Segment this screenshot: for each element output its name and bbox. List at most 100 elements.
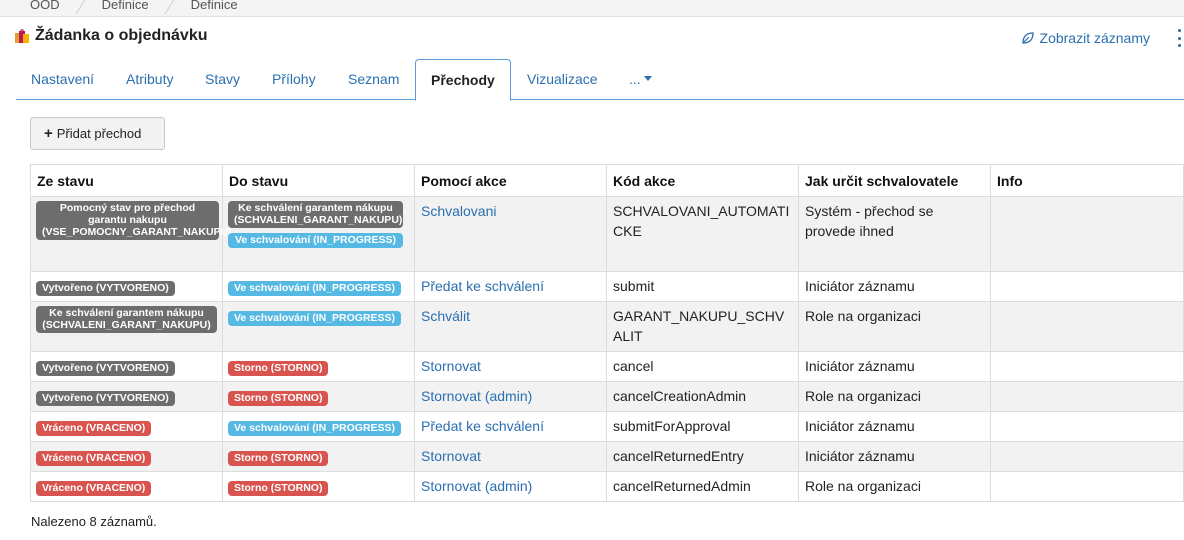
tab-settings[interactable]: Nastavení — [31, 59, 94, 100]
add-transition-button[interactable]: + Přidat přechod — [30, 117, 165, 150]
state-badge: Vráceno (VRACENO) — [36, 421, 152, 436]
approver-cell: Iniciátor záznamu — [798, 441, 991, 472]
info-cell — [990, 411, 1184, 442]
info-cell — [990, 271, 1184, 302]
kebab-menu-icon[interactable] — [1176, 29, 1182, 47]
table-header-row: Ze stavu Do stavu Pomocí akce Kód akce J… — [30, 164, 1184, 197]
state-badge: Storno (STORNO) — [228, 361, 329, 376]
tab-attributes[interactable]: Atributy — [126, 59, 173, 100]
to-state-cell: Storno (STORNO) — [222, 381, 415, 412]
tab-transitions[interactable]: Přechody — [415, 59, 511, 101]
breadcrumb-separator-icon — [164, 0, 174, 15]
state-badge: Vráceno (VRACENO) — [36, 451, 152, 466]
leaf-icon — [1021, 32, 1034, 44]
from-state-cell: Vytvořeno (VYTVORENO) — [30, 271, 223, 302]
state-badge: Ve schvalování (IN_PROGRESS) — [228, 311, 402, 326]
action-cell: Schválit — [414, 301, 607, 352]
from-state-cell: Vytvořeno (VYTVORENO) — [30, 351, 223, 382]
state-badge: Ve schvalování (IN_PROGRESS) — [228, 233, 403, 248]
action-link[interactable]: Předat ke schválení — [421, 418, 544, 434]
column-header-action[interactable]: Pomocí akce — [414, 164, 607, 197]
table-row[interactable]: Vráceno (VRACENO) Storno (STORNO) Storno… — [30, 441, 1184, 472]
action-link[interactable]: Schválit — [421, 308, 470, 324]
tab-attachments[interactable]: Přílohy — [272, 59, 316, 100]
column-header-approver[interactable]: Jak určit schvalovatele — [798, 164, 991, 197]
action-code-cell: submit — [606, 271, 799, 302]
action-link[interactable]: Schvalovani — [421, 203, 497, 219]
breadcrumb-item[interactable]: Definice — [102, 0, 149, 12]
info-cell — [990, 381, 1184, 412]
action-link[interactable]: Stornovat (admin) — [421, 388, 532, 404]
add-transition-label: Přidat přechod — [56, 126, 142, 141]
from-state-cell: Vráceno (VRACENO) — [30, 411, 223, 442]
column-header-from-state[interactable]: Ze stavu — [30, 164, 223, 197]
from-state-cell: Vráceno (VRACENO) — [30, 471, 223, 502]
state-badge: Ke schválení garantem nákupu (SCHVALENI_… — [228, 201, 403, 228]
state-badge: Ke schválení garantem nákupu (SCHVALENI_… — [36, 306, 217, 333]
action-link[interactable]: Stornovat — [421, 358, 481, 374]
approver-cell: Systém - přechod se provede ihned — [798, 196, 991, 272]
state-badge: Pomocný stav pro přechod garantu nakupu … — [36, 201, 232, 240]
plus-icon: + — [44, 125, 53, 142]
to-state-cell: Storno (STORNO) — [222, 351, 415, 382]
record-count: Nalezeno 8 záznamů. — [31, 514, 157, 529]
approver-cell: Iniciátor záznamu — [798, 271, 991, 302]
table-row[interactable]: Vráceno (VRACENO) Storno (STORNO) Storno… — [30, 471, 1184, 502]
transitions-table: Ze stavu Do stavu Pomocí akce Kód akce J… — [30, 164, 1184, 502]
action-cell: Stornovat — [414, 441, 607, 472]
to-state-cell: Ke schválení garantem nákupu (SCHVALENI_… — [222, 196, 415, 272]
table-row[interactable]: Ke schválení garantem nákupu (SCHVALENI_… — [30, 301, 1184, 352]
approver-cell: Role na organizaci — [798, 301, 991, 352]
breadcrumb-item[interactable]: OOD — [30, 0, 60, 12]
action-link[interactable]: Stornovat (admin) — [421, 478, 532, 494]
shopping-bags-icon — [15, 29, 29, 43]
state-badge: Ve schvalování (IN_PROGRESS) — [228, 281, 402, 296]
column-header-action-code[interactable]: Kód akce — [606, 164, 799, 197]
to-state-cell: Ve schvalování (IN_PROGRESS) — [222, 271, 415, 302]
tab-states[interactable]: Stavy — [205, 59, 240, 100]
action-code-cell: cancelReturnedEntry — [606, 441, 799, 472]
state-badge: Vytvořeno (VYTVORENO) — [36, 361, 175, 376]
from-state-cell: Vráceno (VRACENO) — [30, 441, 223, 472]
table-row[interactable]: Vytvořeno (VYTVORENO) Storno (STORNO) St… — [30, 381, 1184, 412]
show-records-link[interactable]: Zobrazit záznamy — [1021, 30, 1150, 46]
action-cell: Předat ke schválení — [414, 271, 607, 302]
table-row[interactable]: Vráceno (VRACENO) Ve schvalování (IN_PRO… — [30, 411, 1184, 442]
tab-list[interactable]: Seznam — [348, 59, 399, 100]
tab-more[interactable]: ... — [629, 59, 652, 100]
column-header-info[interactable]: Info — [990, 164, 1184, 197]
from-state-cell: Ke schválení garantem nákupu (SCHVALENI_… — [30, 301, 223, 352]
page-title: Žádanka o objednávku — [35, 27, 208, 44]
action-code-cell: cancel — [606, 351, 799, 382]
table-row[interactable]: Vytvořeno (VYTVORENO) Ve schvalování (IN… — [30, 271, 1184, 302]
breadcrumb-item[interactable]: Definice — [191, 0, 238, 12]
table-row[interactable]: Vytvořeno (VYTVORENO) Storno (STORNO) St… — [30, 351, 1184, 382]
action-cell: Stornovat (admin) — [414, 381, 607, 412]
from-state-cell: Vytvořeno (VYTVORENO) — [30, 381, 223, 412]
approver-cell: Role na organizaci — [798, 471, 991, 502]
info-cell — [990, 351, 1184, 382]
action-code-cell: submitForApproval — [606, 411, 799, 442]
state-badge: Storno (STORNO) — [228, 451, 329, 466]
approver-cell: Iniciátor záznamu — [798, 351, 991, 382]
column-header-to-state[interactable]: Do stavu — [222, 164, 415, 197]
state-badge: Ve schvalování (IN_PROGRESS) — [228, 421, 402, 436]
action-link[interactable]: Stornovat — [421, 448, 481, 464]
state-badge: Vytvořeno (VYTVORENO) — [36, 391, 175, 406]
action-link[interactable]: Předat ke schválení — [421, 278, 544, 294]
tab-visualization[interactable]: Vizualizace — [527, 59, 598, 100]
info-cell — [990, 196, 1184, 272]
table-row[interactable]: Pomocný stav pro přechod garantu nakupu … — [30, 196, 1184, 272]
info-cell — [990, 441, 1184, 472]
action-cell: Stornovat (admin) — [414, 471, 607, 502]
to-state-cell: Storno (STORNO) — [222, 471, 415, 502]
action-cell: Stornovat — [414, 351, 607, 382]
action-code-cell: cancelCreationAdmin — [606, 381, 799, 412]
action-code-cell: GARANT_NAKUPU_SCHVALIT — [606, 301, 799, 352]
info-cell — [990, 471, 1184, 502]
to-state-cell: Ve schvalování (IN_PROGRESS) — [222, 301, 415, 352]
show-records-label: Zobrazit záznamy — [1039, 30, 1150, 46]
state-badge: Vytvořeno (VYTVORENO) — [36, 281, 175, 296]
info-cell — [990, 301, 1184, 352]
breadcrumb: OOD Definice Definice — [0, 0, 1184, 17]
